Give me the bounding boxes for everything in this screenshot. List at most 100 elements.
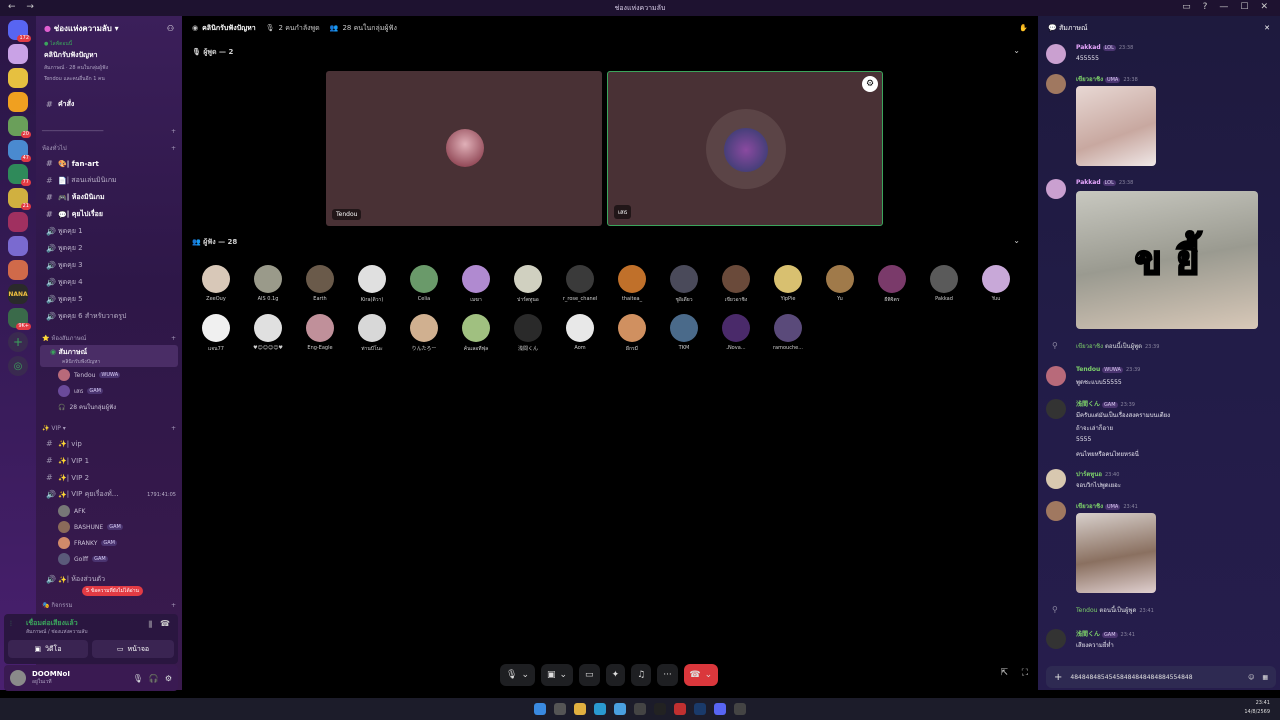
voice-user[interactable]: Tendou WUWA <box>36 367 182 383</box>
add-server-icon[interactable]: + <box>8 332 28 352</box>
avatar[interactable] <box>1046 469 1066 489</box>
audience-member[interactable]: Celia <box>402 265 446 302</box>
image-attachment[interactable] <box>1076 513 1156 593</box>
close-window-button[interactable]: ✕ <box>1260 2 1268 12</box>
audience-member[interactable]: AIS 0.1g <box>246 265 290 302</box>
server-icon[interactable]: 20 <box>8 116 31 138</box>
avatar[interactable] <box>1046 74 1066 94</box>
channel-vip2[interactable]: # ✨ | VIP 2 <box>36 469 182 486</box>
voice-talk3[interactable]: 🔊 พูดคุย 3 <box>36 257 182 274</box>
category-vip[interactable]: ✨ VIP ▾ + <box>36 421 182 435</box>
inbox-icon[interactable]: ▭ <box>1182 2 1191 12</box>
avatar[interactable] <box>1046 629 1066 649</box>
audience-member[interactable]: Aom <box>558 314 602 351</box>
audience-member[interactable]: Earth <box>298 265 342 302</box>
image-attachment[interactable] <box>1076 86 1156 166</box>
audience-header[interactable]: 👥 ผู้ฟัง — 28 <box>192 237 237 248</box>
server-header[interactable]: ● ช่องแห่งความลับ ▾ ⚇ <box>36 16 182 40</box>
server-icon[interactable]: 47 <box>8 140 31 162</box>
fullscreen-icon[interactable]: ⛶ <box>1022 668 1028 678</box>
voice-talk5[interactable]: 🔊 พูดคุย 5 <box>36 291 182 308</box>
voice-talk1[interactable]: 🔊 พูดคุย 1 <box>36 223 182 240</box>
screen-share-button[interactable]: ▭ หน้าจอ <box>92 640 174 658</box>
nana-server-icon[interactable]: NANA <box>8 284 28 304</box>
channel-howto[interactable]: # 📄 | สอนเล่นมินิเกม <box>36 172 182 189</box>
audience-member[interactable]: ชูอิเดียว <box>662 265 706 304</box>
search-icon[interactable] <box>554 703 566 715</box>
close-icon[interactable]: ✕ <box>1264 24 1270 32</box>
server-icon[interactable] <box>8 92 28 112</box>
audience-member[interactable]: Kira(ดิวา) <box>350 265 394 304</box>
voice-user[interactable]: AFK <box>36 503 182 519</box>
channel-vip[interactable]: # ✨ | vip <box>36 435 182 452</box>
audience-member[interactable]: ปาร์ตทูนอ <box>506 265 550 304</box>
server-icon[interactable] <box>8 260 28 280</box>
avatar[interactable] <box>10 670 26 686</box>
start-icon[interactable] <box>534 703 546 715</box>
gear-icon[interactable]: ⚙ <box>165 674 172 683</box>
voice-user[interactable]: Golff GAM <box>36 551 182 567</box>
chevron-down-icon[interactable]: ⌄ <box>1013 46 1020 55</box>
voice-vip-talk[interactable]: 🔊 ✨ | VIP คุยเรื่องทั่... 1791:41:05 <box>36 486 182 503</box>
store-icon[interactable] <box>634 703 646 715</box>
activity-button[interactable]: ✦ <box>605 664 626 686</box>
server-icon[interactable]: 77 <box>8 164 31 186</box>
server-icon[interactable]: 9K+ <box>8 308 31 330</box>
channel-minigame[interactable]: # 🎮 | ห้องมินิเกม <box>36 189 182 206</box>
avatar[interactable] <box>1046 44 1066 64</box>
mute-button[interactable]: 🎙 ⌄ <box>500 664 535 686</box>
more-button[interactable]: ··· <box>657 664 678 686</box>
avatar[interactable] <box>1046 399 1066 419</box>
chevron-down-icon[interactable]: ⌄ <box>1013 236 1020 245</box>
clock[interactable]: 23:41 14/8/2569 <box>1244 699 1270 717</box>
audience-member[interactable]: 浅間くん <box>506 314 550 352</box>
disconnect-icon[interactable]: ☎ <box>160 619 170 628</box>
soundboard-button[interactable]: ♫ <box>631 664 652 686</box>
chat-input[interactable]: + 48484848545458484848484884554848 ☺ ▦ <box>1046 666 1276 688</box>
voice-location[interactable]: สัมภาษณ์ / ช่องแห่งความลับ <box>26 628 88 636</box>
request-icon[interactable]: ✋ <box>1019 24 1028 32</box>
live-stage-card[interactable]: ● ไลฟ์ตอนนี้ คลินิกรับฟังปัญหา สัมภาษณ์ … <box>36 40 182 96</box>
category-general[interactable]: ห้องทั่วไป + <box>36 141 182 155</box>
audience-member[interactable]: thaitea_ <box>610 265 654 302</box>
channel-chatroom[interactable]: # 💬 | คุยไปเรื่อย <box>36 206 182 223</box>
audience-member[interactable]: ♥☺☺☺☺♥ <box>246 314 290 351</box>
browser-icon[interactable] <box>594 703 606 715</box>
photoshop-icon[interactable] <box>694 703 706 715</box>
audience-member[interactable]: ค้นเลอทีฟุล <box>454 314 498 353</box>
server-icon[interactable] <box>8 236 28 256</box>
avatar[interactable] <box>1046 366 1066 386</box>
server-icon[interactable] <box>8 212 28 232</box>
server-icon[interactable]: 21 <box>8 188 31 210</box>
speaker-tile[interactable]: Tendou <box>326 71 602 226</box>
maximize-button[interactable]: ☐ <box>1240 2 1248 12</box>
share-screen-button[interactable]: ▭ <box>579 664 600 686</box>
microphone-icon[interactable]: 🎙 <box>133 674 143 683</box>
apps-icon[interactable]: ▦ <box>1262 674 1268 681</box>
headphones-icon[interactable]: 🎧 <box>149 674 159 683</box>
chat-input-value[interactable]: 48484848545458484848484884554848 <box>1070 674 1240 681</box>
add-member-icon[interactable]: ⚇ <box>167 24 174 33</box>
voice-talk6[interactable]: 🔊 พูดคุย 6 สำหรับวาดรูป <box>36 308 182 325</box>
voice-user[interactable]: เสธ GAM <box>36 383 182 399</box>
audience-member[interactable]: りんたろー <box>402 314 446 352</box>
voice-listeners[interactable]: 🎧 28 คนในกลุ่มผู้ฟัง <box>36 399 182 415</box>
server-icon[interactable] <box>8 44 28 64</box>
avatar[interactable] <box>1046 179 1066 199</box>
audience-member[interactable]: ผีพิจิตร <box>870 265 914 304</box>
audience-member[interactable]: ـNova... <box>714 314 758 351</box>
voice-talk2[interactable]: 🔊 พูดคุย 2 <box>36 240 182 257</box>
audience-member[interactable]: ramouche... <box>766 314 810 351</box>
video-button[interactable]: ▣ วิดีโอ <box>8 640 88 658</box>
app-icon[interactable] <box>734 703 746 715</box>
gear-icon[interactable]: ⚙ <box>862 76 878 92</box>
audience-member[interactable]: ZeeOuy <box>194 265 238 302</box>
audience-member[interactable]: เขียวอาชิง <box>714 265 758 304</box>
speakers-header[interactable]: 🎙 ผู้พูด — 2 <box>192 47 233 58</box>
tiktok-icon[interactable] <box>654 703 666 715</box>
audience-member[interactable]: Eng-Eagle <box>298 314 342 351</box>
noise-suppression-icon[interactable]: ⫼ <box>148 620 152 630</box>
audience-member[interactable]: Yu <box>818 265 862 302</box>
dm-home-icon[interactable]: 172 <box>8 20 31 42</box>
nav-arrows-icon[interactable]: ← → <box>8 2 38 12</box>
